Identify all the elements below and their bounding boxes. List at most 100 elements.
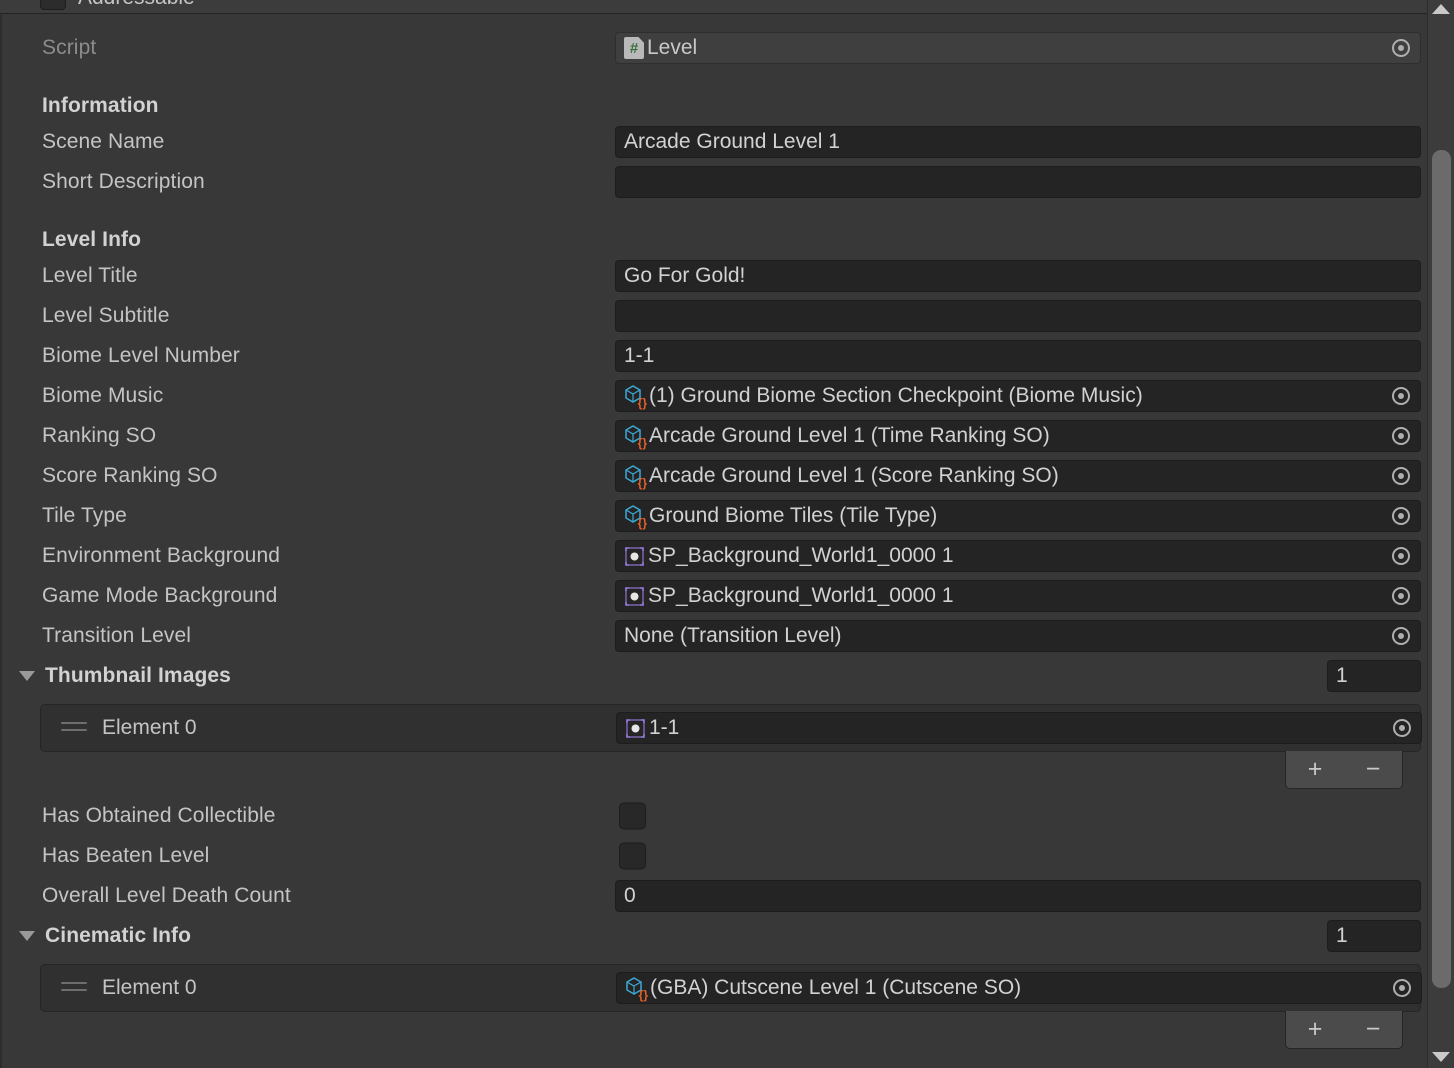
list-item[interactable]: Element 0 1-1 [41, 705, 1422, 751]
game-mode-background-label: Game Mode Background [42, 584, 278, 607]
has-obtained-collectible-checkbox[interactable] [619, 802, 646, 830]
tile-type-object-field[interactable]: {} Ground Biome Tiles (Tile Type) [615, 500, 1421, 532]
cinematic-info-size-value: 1 [1336, 924, 1348, 947]
row-script: Script # Level [2, 28, 1429, 68]
row-has-obtained-collectible: Has Obtained Collectible [2, 796, 1429, 836]
biome-music-value: (1) Ground Biome Section Checkpoint (Bio… [649, 384, 1143, 407]
unity-inspector-window: Addressable Script # Level Information S… [0, 0, 1454, 1068]
row-tile-type: Tile Type {} Ground Biome Tiles (Tile Ty… [2, 496, 1429, 536]
object-picker-button[interactable] [1385, 974, 1419, 1002]
element-value: (GBA) Cutscene Level 1 (Cutscene SO) [650, 976, 1022, 999]
object-picker-button[interactable] [1384, 542, 1418, 570]
score-ranking-so-object-field[interactable]: {} Arcade Ground Level 1 (Score Ranking … [615, 460, 1421, 492]
cinematic-info-list: Element 0 {} (GBA) Cutscene Level 1 (Cut… [40, 964, 1422, 1012]
row-environment-background: Environment Background SP_Background_Wor… [2, 536, 1429, 576]
foldout-thumbnail-images[interactable]: Thumbnail Images 1 [2, 656, 1429, 696]
drag-handle-icon[interactable] [61, 982, 87, 994]
biome-level-number-input[interactable]: 1-1 [615, 340, 1421, 372]
remove-element-button[interactable]: − [1366, 1017, 1381, 1042]
remove-element-button[interactable]: − [1366, 757, 1381, 782]
cinematic-info-size-input[interactable]: 1 [1327, 920, 1421, 952]
object-picker-button[interactable] [1385, 714, 1419, 742]
thumbnail-images-list: Element 0 1-1 [40, 704, 1422, 752]
add-element-button[interactable]: + [1308, 757, 1323, 782]
sprite-icon [625, 718, 646, 739]
object-picker-button[interactable] [1384, 34, 1418, 62]
script-label: Script [42, 36, 97, 59]
scriptable-object-icon: {} [624, 465, 647, 489]
level-title-input[interactable]: Go For Gold! [615, 260, 1421, 292]
row-game-mode-background: Game Mode Background SP_Background_World… [2, 576, 1429, 616]
scrollbar-thumb[interactable] [1432, 150, 1451, 988]
score-ranking-so-label: Score Ranking SO [42, 464, 218, 487]
element-label: Element 0 [102, 716, 197, 739]
overall-level-death-count-value: 0 [624, 884, 636, 907]
scriptable-object-icon: {} [624, 385, 647, 409]
scene-name-input[interactable]: Arcade Ground Level 1 [615, 126, 1421, 158]
object-picker-button[interactable] [1384, 422, 1418, 450]
object-picker-button[interactable] [1384, 502, 1418, 530]
drag-handle-icon[interactable] [61, 722, 87, 734]
row-level-subtitle: Level Subtitle [2, 296, 1429, 336]
level-info-header-label: Level Info [42, 228, 142, 251]
short-description-input[interactable] [615, 166, 1421, 198]
chevron-down-icon[interactable] [19, 931, 35, 941]
object-picker-button[interactable] [1384, 582, 1418, 610]
row-short-description: Short Description [2, 162, 1429, 202]
thumbnail-images-header-label: Thumbnail Images [45, 664, 231, 687]
object-picker-button[interactable] [1384, 462, 1418, 490]
level-subtitle-input[interactable] [615, 300, 1421, 332]
scene-name-value: Arcade Ground Level 1 [624, 130, 840, 153]
list-item[interactable]: Element 0 {} (GBA) Cutscene Level 1 (Cut… [41, 965, 1422, 1011]
script-field[interactable]: # Level [615, 32, 1421, 64]
sprite-icon [624, 546, 645, 567]
cinematic-info-list-footer: + − [1285, 1011, 1403, 1049]
sprite-icon [624, 586, 645, 607]
element-object-field[interactable]: {} (GBA) Cutscene Level 1 (Cutscene SO) [616, 972, 1422, 1004]
ranking-so-object-field[interactable]: {} Arcade Ground Level 1 (Time Ranking S… [615, 420, 1421, 452]
addressable-checkbox[interactable] [40, 0, 66, 10]
element-value: 1-1 [649, 716, 680, 739]
row-score-ranking-so: Score Ranking SO {} Arcade Ground Level … [2, 456, 1429, 496]
transition-level-object-field[interactable]: None (Transition Level) [615, 620, 1421, 652]
transition-level-value: None (Transition Level) [624, 624, 842, 647]
row-transition-level: Transition Level None (Transition Level) [2, 616, 1429, 656]
cinematic-info-header-label: Cinematic Info [45, 924, 192, 947]
foldout-cinematic-info[interactable]: Cinematic Info 1 [2, 916, 1429, 956]
section-header-information: Information [2, 86, 1429, 126]
object-picker-button[interactable] [1384, 382, 1418, 410]
overall-level-death-count-input[interactable]: 0 [615, 880, 1421, 912]
script-value: Level [647, 36, 698, 59]
has-beaten-level-checkbox[interactable] [619, 842, 646, 870]
row-level-title: Level Title Go For Gold! [2, 256, 1429, 296]
overall-level-death-count-label: Overall Level Death Count [42, 884, 291, 907]
game-mode-background-value: SP_Background_World1_0000 1 [648, 584, 954, 607]
row-has-beaten-level: Has Beaten Level [2, 836, 1429, 876]
information-header-label: Information [42, 94, 159, 117]
row-overall-level-death-count: Overall Level Death Count 0 [2, 876, 1429, 916]
element-label: Element 0 [102, 976, 197, 999]
add-element-button[interactable]: + [1308, 1017, 1323, 1042]
element-object-field[interactable]: 1-1 [616, 712, 1422, 744]
object-picker-button[interactable] [1384, 622, 1418, 650]
level-title-label: Level Title [42, 264, 138, 287]
score-ranking-so-value: Arcade Ground Level 1 (Score Ranking SO) [649, 464, 1059, 487]
row-biome-level-number: Biome Level Number 1-1 [2, 336, 1429, 376]
environment-background-label: Environment Background [42, 544, 280, 567]
game-mode-background-object-field[interactable]: SP_Background_World1_0000 1 [615, 580, 1421, 612]
chevron-down-icon[interactable] [19, 671, 35, 681]
scroll-up-arrow-icon[interactable] [1432, 4, 1450, 14]
scriptable-object-icon: {} [624, 425, 647, 449]
thumbnail-images-size-value: 1 [1336, 664, 1348, 687]
vertical-scrollbar[interactable] [1427, 0, 1454, 1068]
biome-music-label: Biome Music [42, 384, 164, 407]
addressable-row-partial: Addressable [0, 0, 1427, 14]
thumbnail-images-size-input[interactable]: 1 [1327, 660, 1421, 692]
level-subtitle-label: Level Subtitle [42, 304, 170, 327]
scriptable-object-icon: {} [625, 977, 648, 1001]
environment-background-object-field[interactable]: SP_Background_World1_0000 1 [615, 540, 1421, 572]
row-biome-music: Biome Music {} (1) Ground Biome Section … [2, 376, 1429, 416]
addressable-label: Addressable [78, 0, 195, 10]
scroll-down-arrow-icon[interactable] [1432, 1052, 1450, 1062]
biome-music-object-field[interactable]: {} (1) Ground Biome Section Checkpoint (… [615, 380, 1421, 412]
